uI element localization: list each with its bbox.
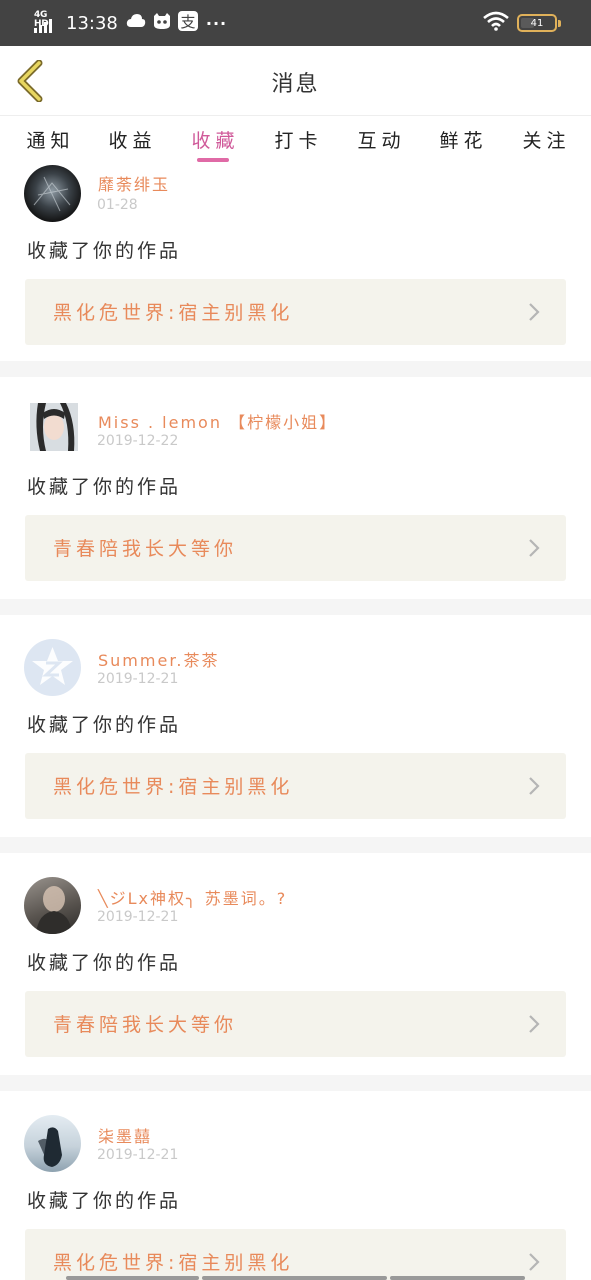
avatar[interactable] <box>30 403 78 451</box>
work-link[interactable]: 青春陪我长大等你 <box>25 991 566 1057</box>
tab-favorites[interactable]: 收藏 <box>183 126 243 153</box>
clock: 13:38 <box>66 12 118 34</box>
avatar[interactable] <box>24 165 81 222</box>
avatar[interactable] <box>24 1115 81 1172</box>
active-tab-indicator <box>197 158 229 162</box>
message-date: 2019-12-21 <box>97 909 179 925</box>
username[interactable]: ╲ジLx神权╮ 苏墨词。? <box>98 885 287 909</box>
message-date: 01-28 <box>97 197 138 213</box>
work-link[interactable]: 黑化危世界:宿主别黑化 <box>25 1229 566 1280</box>
work-title: 黑化危世界:宿主别黑化 <box>53 302 294 324</box>
work-title: 黑化危世界:宿主别黑化 <box>53 1252 294 1274</box>
divider <box>0 837 591 853</box>
message-action: 收藏了你的作品 <box>27 714 182 736</box>
divider <box>0 1075 591 1091</box>
username[interactable]: Summer.茶茶 <box>98 647 220 671</box>
qq-zone-icon <box>32 647 73 685</box>
work-link[interactable]: 黑化危世界:宿主别黑化 <box>25 279 566 345</box>
message-date: 2019-12-21 <box>97 1147 179 1163</box>
tab-checkin[interactable]: 打卡 <box>266 126 326 153</box>
message-action: 收藏了你的作品 <box>27 1190 182 1212</box>
tab-notifications[interactable]: 通知 <box>18 126 78 153</box>
status-right: 41 <box>483 11 561 35</box>
chevron-right-icon <box>529 777 540 795</box>
message-action: 收藏了你的作品 <box>27 476 182 498</box>
wifi-icon <box>483 11 509 35</box>
alipay-icon: 支 <box>177 11 198 35</box>
list-item: 柒墨囍 2019-12-21 收藏了你的作品 黑化危世界:宿主别黑化 <box>0 1091 591 1280</box>
cloud-icon <box>126 13 146 33</box>
work-title: 青春陪我长大等你 <box>53 538 238 560</box>
chevron-right-icon <box>529 539 540 557</box>
message-date: 2019-12-22 <box>97 433 179 449</box>
chevron-right-icon <box>529 1015 540 1033</box>
message-action: 收藏了你的作品 <box>27 240 182 262</box>
svg-text:支: 支 <box>180 13 195 31</box>
tab-flowers[interactable]: 鲜花 <box>431 126 491 153</box>
status-left: 4G HD 13:38 支 ··· <box>34 10 227 36</box>
username[interactable]: 柒墨囍 <box>98 1123 152 1147</box>
work-link[interactable]: 黑化危世界:宿主别黑化 <box>25 753 566 819</box>
page-title: 消息 <box>271 72 320 97</box>
work-link[interactable]: 青春陪我长大等你 <box>25 515 566 581</box>
message-date: 2019-12-21 <box>97 671 179 687</box>
more-notifications-icon: ··· <box>205 13 228 33</box>
battery-level: 41 <box>530 17 544 29</box>
status-bar: 4G HD 13:38 支 ··· 41 <box>0 0 591 46</box>
avatar[interactable] <box>24 877 81 934</box>
avatar[interactable] <box>24 639 81 696</box>
username[interactable]: Miss . lemon 【柠檬小姐】 <box>98 409 337 433</box>
divider <box>0 361 591 377</box>
tab-interactions[interactable]: 互动 <box>349 126 409 153</box>
battery-icon: 41 <box>517 14 561 32</box>
tab-earnings[interactable]: 收益 <box>100 126 160 153</box>
list-item: Summer.茶茶 2019-12-21 收藏了你的作品 黑化危世界:宿主别黑化 <box>0 615 591 837</box>
list-item: ╲ジLx神权╮ 苏墨词。? 2019-12-21 收藏了你的作品 青春陪我长大等… <box>0 853 591 1075</box>
chevron-right-icon <box>529 1253 540 1271</box>
app-header: 消息 <box>0 46 591 116</box>
work-title: 青春陪我长大等你 <box>53 1014 238 1036</box>
chevron-right-icon <box>529 303 540 321</box>
message-action: 收藏了你的作品 <box>27 952 182 974</box>
work-title: 黑化危世界:宿主别黑化 <box>53 776 294 798</box>
tab-following[interactable]: 关注 <box>514 126 574 153</box>
signal-icon: 4G HD <box>34 11 60 35</box>
scroll-indicator <box>66 1276 525 1280</box>
username[interactable]: 靡荼绯玉 <box>98 171 170 195</box>
list-item: Miss . lemon 【柠檬小姐】 2019-12-22 收藏了你的作品 青… <box>0 377 591 599</box>
tab-bar: 通知 收益 收藏 打卡 互动 鲜花 关注 <box>0 117 591 163</box>
cat-app-icon <box>152 12 172 34</box>
list-item: 靡荼绯玉 01-28 收藏了你的作品 黑化危世界:宿主别黑化 <box>0 163 591 361</box>
divider <box>0 599 591 615</box>
